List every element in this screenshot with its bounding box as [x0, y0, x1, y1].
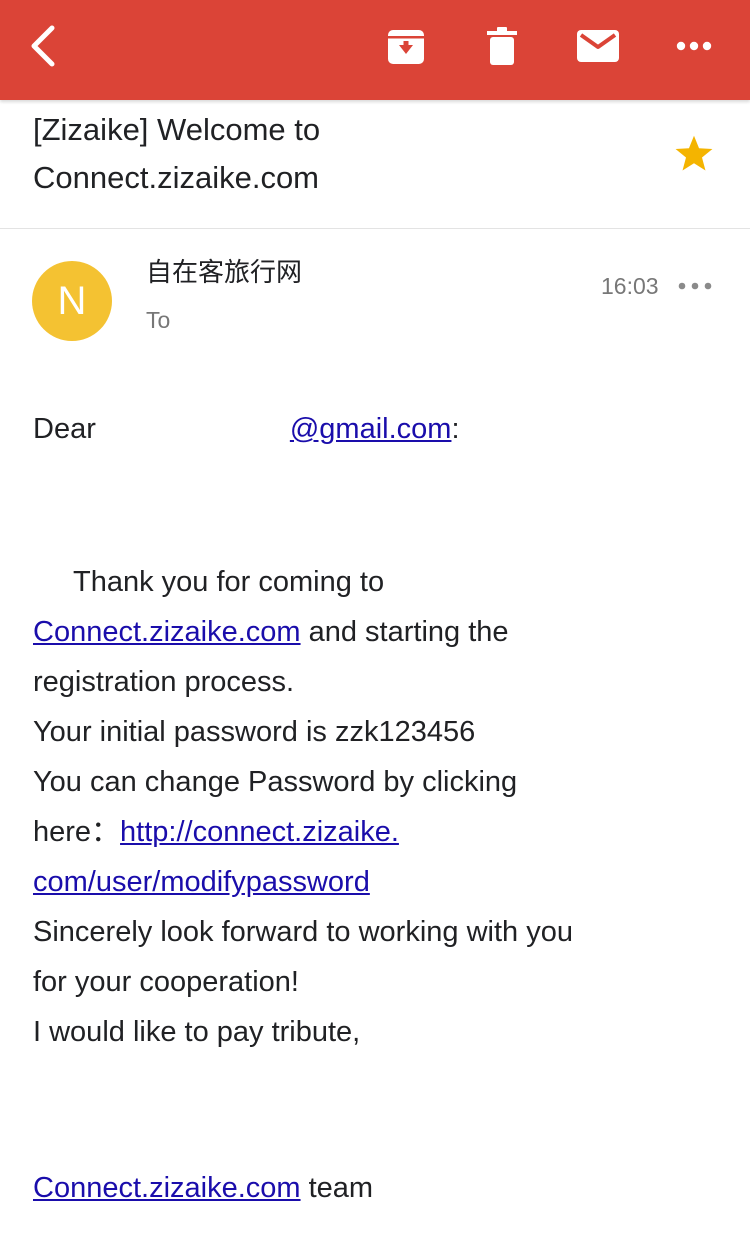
recipient-to-label[interactable]: To — [146, 304, 170, 336]
email-time: 16:03 — [601, 273, 659, 299]
email-subject: [Zizaike] Welcome to Connect.zizaike.com — [33, 106, 633, 202]
body-line-3: registration process. — [33, 666, 295, 698]
subject-header: [Zizaike] Welcome to Connect.zizaike.com — [0, 100, 750, 229]
body-line-here: here：http://connect.zizaike. — [33, 816, 399, 848]
body-line-2: Connect.zizaike.com and starting the — [33, 616, 509, 648]
more-horizontal-icon — [678, 282, 712, 290]
modify-password-link-part-1[interactable]: http://connect.zizaike. — [120, 816, 399, 848]
signature-site-link[interactable]: Connect.zizaike.com — [33, 1172, 301, 1204]
top-toolbar — [0, 0, 750, 100]
delete-button[interactable] — [472, 18, 532, 74]
signature-team: team — [300, 1172, 374, 1204]
sender-avatar[interactable]: N — [32, 261, 112, 341]
more-icon — [676, 41, 712, 51]
greeting-prefix: Dear — [33, 413, 96, 445]
body-line-change-password: You can change Password by clicking — [33, 766, 518, 798]
sender-name[interactable]: 自在客旅行网 — [146, 255, 302, 291]
connect-site-link[interactable]: Connect.zizaike.com — [33, 616, 301, 648]
recipient-email-link[interactable]: @gmail.com — [290, 413, 452, 445]
body-line-cooperation: for your cooperation! — [33, 966, 299, 998]
greeting-line: Dear @gmail.com: — [33, 404, 723, 454]
star-button[interactable] — [670, 130, 718, 178]
mark-unread-button[interactable] — [568, 18, 628, 74]
modify-password-link-part-2[interactable]: com/user/modifypassword — [33, 866, 370, 898]
back-icon — [31, 25, 55, 67]
greeting-colon: : — [451, 413, 460, 445]
archive-icon — [388, 30, 424, 64]
email-view: [Zizaike] Welcome to Connect.zizaike.com… — [0, 0, 750, 1250]
email-body-paragraph: Thank you for coming to Connect.zizaike.… — [33, 557, 723, 1057]
body-line-link-cont: com/user/modifypassword — [33, 857, 723, 907]
more-options-button[interactable] — [664, 18, 724, 74]
signature-line: Connect.zizaike.com team — [33, 1163, 723, 1213]
archive-button[interactable] — [376, 18, 436, 74]
mail-icon — [577, 30, 619, 62]
subject-line-2: Connect.zizaike.com — [33, 160, 320, 195]
delete-icon — [487, 27, 517, 65]
body-line-1: Thank you for coming to — [73, 566, 385, 598]
body-line-sincerely: Sincerely look forward to working with y… — [33, 916, 573, 948]
star-icon — [675, 135, 713, 171]
message-more-button[interactable] — [676, 270, 714, 302]
body-line-password: Your initial password is zzk123456 — [33, 716, 476, 748]
body-line-tribute: I would like to pay tribute, — [33, 1016, 361, 1048]
subject-line-1: [Zizaike] Welcome to — [33, 112, 321, 147]
back-button[interactable] — [14, 18, 74, 74]
